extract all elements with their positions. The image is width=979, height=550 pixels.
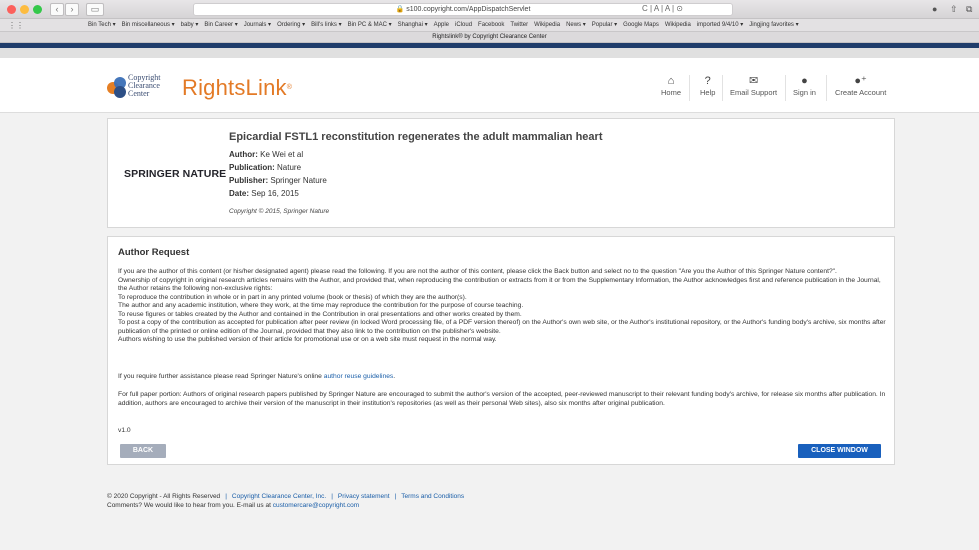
favorite-item[interactable]: iCloud xyxy=(455,22,472,28)
url-text: s100.copyright.com/AppDispatchServlet xyxy=(406,6,531,13)
author-reuse-guidelines-link[interactable]: author reuse guidelines xyxy=(324,373,394,380)
site-header: Copyright Clearance Center RightsLink® ⌂… xyxy=(0,58,979,113)
terms-link[interactable]: Terms and Conditions xyxy=(401,493,464,500)
close-window-control[interactable] xyxy=(7,5,16,14)
article-copyright: Copyright © 2015, Springer Nature xyxy=(229,208,330,215)
favorite-item[interactable]: Popular ▾ xyxy=(592,22,617,28)
request-full-paper: For full paper portion: Authors of origi… xyxy=(118,391,886,407)
forward-arrow-icon[interactable]: › xyxy=(65,3,79,16)
nav-create-account[interactable]: ●⁺ Create Account xyxy=(835,75,886,97)
favorite-item[interactable]: Wikipedia xyxy=(665,22,691,28)
back-button[interactable]: BACK xyxy=(120,444,166,458)
nav-help[interactable]: ? Help xyxy=(700,75,715,97)
article-author: Author: Ke Wei et al xyxy=(229,150,304,159)
shield-icon[interactable]: ● xyxy=(932,4,937,14)
request-assistance: If you require further assistance please… xyxy=(118,373,396,380)
back-arrow-icon[interactable]: ‹ xyxy=(50,3,64,16)
sidebar-icon[interactable]: ▭ xyxy=(86,3,104,16)
privacy-link[interactable]: Privacy statement xyxy=(338,493,390,500)
favorite-item[interactable]: Apple xyxy=(434,22,449,28)
favorite-item[interactable]: Google Maps xyxy=(623,22,659,28)
nav-home[interactable]: ⌂ Home xyxy=(661,75,681,97)
close-window-button[interactable]: CLOSE WINDOW xyxy=(798,444,881,458)
favorite-item[interactable]: Bin PC & MAC ▾ xyxy=(348,22,392,28)
author-request-title: Author Request xyxy=(118,247,190,258)
lock-icon: 🔒 xyxy=(395,6,405,13)
footer-copyright: © 2020 Copyright - All Rights Reserved xyxy=(107,493,221,500)
customer-care-email-link[interactable]: customercare@copyright.com xyxy=(273,502,359,509)
author-request-card: Author Request If you are the author of … xyxy=(107,236,895,465)
favorite-item[interactable]: Bin Career ▾ xyxy=(204,22,237,28)
springer-nature-logo: SPRINGER NATURE xyxy=(124,168,227,180)
page-footer: © 2020 Copyright - All Rights Reserved | C… xyxy=(107,493,465,509)
home-icon: ⌂ xyxy=(667,75,675,87)
favorite-item[interactable]: Bin Tech ▾ xyxy=(88,22,116,28)
version-label: v1.0 xyxy=(118,427,131,434)
ccc-logo[interactable]: Copyright Clearance Center xyxy=(107,72,171,102)
zoom-window-control[interactable] xyxy=(33,5,42,14)
favorite-item[interactable]: Twitter xyxy=(510,22,528,28)
article-title: Epicardial FSTL1 reconstitution regenera… xyxy=(229,131,603,143)
help-icon: ? xyxy=(704,75,711,87)
favorite-item[interactable]: News ▾ xyxy=(566,22,586,28)
favorite-item[interactable]: Jingjing favorites ▾ xyxy=(749,22,798,28)
article-date: Date: Sep 16, 2015 xyxy=(229,189,299,198)
favorite-item[interactable]: imported 9/4/10 ▾ xyxy=(697,22,743,28)
rightslink-brand: RightsLink® xyxy=(182,75,293,100)
favorite-item[interactable]: baby ▾ xyxy=(181,22,199,28)
nav-email-support[interactable]: ✉ Email Support xyxy=(730,75,777,97)
favorites-grid-icon[interactable]: ⋮⋮ xyxy=(8,19,24,31)
ccc-logo-text: Copyright Clearance Center xyxy=(128,73,161,98)
favorite-item[interactable]: Bill's links ▾ xyxy=(311,22,342,28)
nav-sign-in[interactable]: ● Sign in xyxy=(793,75,816,97)
article-info-card: SPRINGER NATURE Epicardial FSTL1 reconst… xyxy=(107,118,895,228)
favorites-list: Bin Tech ▾ Bin miscellaneous ▾ baby ▾ Bin C… xyxy=(88,19,805,31)
favorite-item[interactable]: Facebook xyxy=(478,22,504,28)
favorite-item[interactable]: Wikipedia xyxy=(534,22,560,28)
new-tab-icon[interactable]: ⧉ xyxy=(966,4,972,15)
tab-title[interactable]: Rightslink® by Copyright Clearance Cente… xyxy=(0,32,979,43)
favorites-bar: ⋮⋮ Bin Tech ▾ Bin miscellaneous ▾ baby ▾ Bi… xyxy=(0,19,979,32)
email-icon: ✉ xyxy=(748,75,759,87)
add-user-icon: ●⁺ xyxy=(854,75,867,87)
favorite-item[interactable]: Shanghai ▾ xyxy=(398,22,428,28)
article-publication: Publication: Nature xyxy=(229,163,302,172)
user-icon: ● xyxy=(801,75,808,87)
ccc-logo-mark xyxy=(107,76,129,98)
favorite-item[interactable]: Ordering ▾ xyxy=(277,22,305,28)
share-icon[interactable]: ⇧ xyxy=(950,4,958,15)
article-publisher: Publisher: Springer Nature xyxy=(229,176,327,185)
favorite-item[interactable]: Journals ▾ xyxy=(244,22,271,28)
reader-controls[interactable]: C | A | A | ⊙ xyxy=(642,3,683,16)
browser-toolbar: ‹ › ▭ ≡ 🔒 s100.copyright.com/AppDispatch… xyxy=(0,0,979,19)
favorite-item[interactable]: Bin miscellaneous ▾ xyxy=(122,22,175,28)
footer-comments: Comments? We would like to hear from you… xyxy=(107,501,273,509)
page-top-band xyxy=(0,48,979,58)
request-intro: If you are the author of this content (o… xyxy=(118,268,886,343)
ccc-link[interactable]: Copyright Clearance Center, Inc. xyxy=(232,493,326,500)
minimize-window-control[interactable] xyxy=(20,5,29,14)
